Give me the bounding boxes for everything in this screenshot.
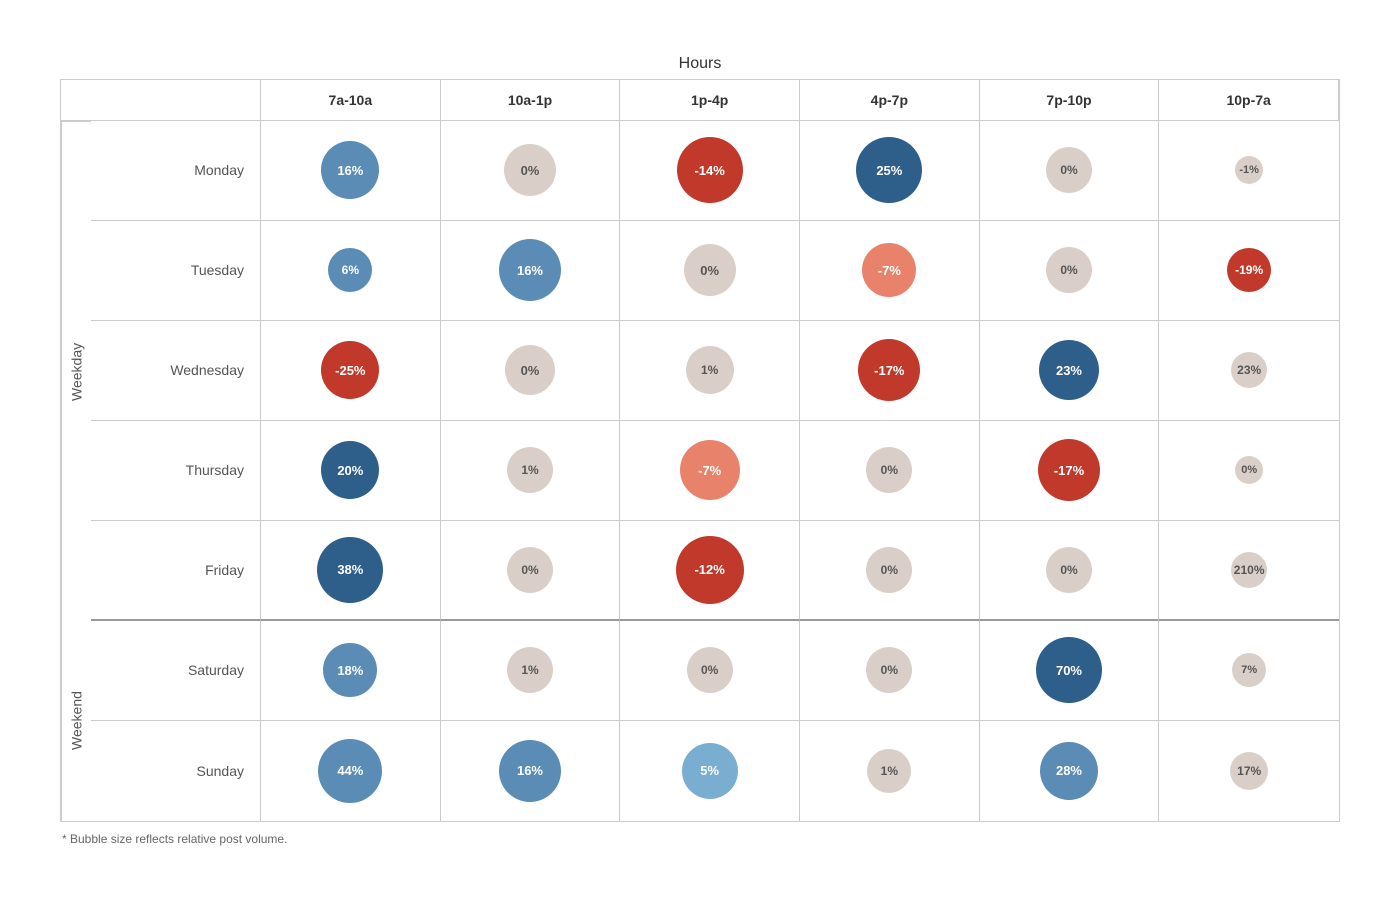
col-header-3: 4p-7p (800, 80, 980, 121)
data-cell-sunday-5: 17% (1159, 721, 1339, 821)
data-cell-friday-2: -12% (620, 521, 800, 621)
data-cell-sunday-2: 5% (620, 721, 800, 821)
data-cell-thursday-2: -7% (620, 421, 800, 521)
data-cell-monday-4: 0% (980, 121, 1160, 221)
day-label-wednesday: Wednesday (91, 321, 261, 421)
data-cell-wednesday-0: -25% (261, 321, 441, 421)
data-cell-wednesday-2: 1% (620, 321, 800, 421)
data-cell-thursday-5: 0% (1159, 421, 1339, 521)
data-cell-saturday-5: 7% (1159, 621, 1339, 721)
data-cell-thursday-3: 0% (800, 421, 980, 521)
data-cell-wednesday-5: 23% (1159, 321, 1339, 421)
col-header-1: 10a-1p (441, 80, 621, 121)
data-cell-tuesday-1: 16% (441, 221, 621, 321)
data-cell-friday-1: 0% (441, 521, 621, 621)
data-cell-friday-0: 38% (261, 521, 441, 621)
data-cell-sunday-0: 44% (261, 721, 441, 821)
data-cell-monday-1: 0% (441, 121, 621, 221)
data-cell-saturday-2: 0% (620, 621, 800, 721)
data-cell-wednesday-3: -17% (800, 321, 980, 421)
data-cell-sunday-1: 16% (441, 721, 621, 821)
day-label-thursday: Thursday (91, 421, 261, 521)
weekday-group-label: Weekday (61, 121, 91, 621)
col-header-4: 7p-10p (980, 80, 1160, 121)
data-cell-friday-4: 0% (980, 521, 1160, 621)
data-cell-tuesday-3: -7% (800, 221, 980, 321)
grid-container: 7a-10a10a-1p1p-4p4p-7p7p-10p10p-7a Weekda… (60, 79, 1340, 822)
chart-wrapper: Hours 7a-10a10a-1p1p-4p4p-7p7p-10p10p-7a… (30, 35, 1370, 866)
data-cell-monday-0: 16% (261, 121, 441, 221)
data-cell-wednesday-4: 23% (980, 321, 1160, 421)
chart-title: Hours (60, 55, 1340, 73)
data-cell-saturday-1: 1% (441, 621, 621, 721)
data-cell-sunday-3: 1% (800, 721, 980, 821)
data-cell-monday-2: -14% (620, 121, 800, 221)
day-label-saturday: Saturday (91, 621, 261, 721)
data-cell-friday-3: 0% (800, 521, 980, 621)
footnote: * Bubble size reflects relative post vol… (60, 832, 1340, 846)
col-header-5: 10p-7a (1159, 80, 1339, 121)
data-cell-thursday-1: 1% (441, 421, 621, 521)
day-label-tuesday: Tuesday (91, 221, 261, 321)
data-cell-friday-5: 210% (1159, 521, 1339, 621)
header-spacer (61, 80, 261, 121)
data-cell-thursday-4: -17% (980, 421, 1160, 521)
col-header-2: 1p-4p (620, 80, 800, 121)
data-cell-saturday-3: 0% (800, 621, 980, 721)
day-label-friday: Friday (91, 521, 261, 621)
data-cell-tuesday-5: -19% (1159, 221, 1339, 321)
col-header-0: 7a-10a (261, 80, 441, 121)
weekend-group-label: Weekend (61, 621, 91, 821)
data-cell-saturday-4: 70% (980, 621, 1160, 721)
data-cell-tuesday-0: 6% (261, 221, 441, 321)
data-cell-wednesday-1: 0% (441, 321, 621, 421)
data-cell-monday-3: 25% (800, 121, 980, 221)
data-cell-monday-5: -1% (1159, 121, 1339, 221)
data-cell-saturday-0: 18% (261, 621, 441, 721)
data-cell-thursday-0: 20% (261, 421, 441, 521)
data-cell-tuesday-2: 0% (620, 221, 800, 321)
data-cell-tuesday-4: 0% (980, 221, 1160, 321)
data-cell-sunday-4: 28% (980, 721, 1160, 821)
day-label-sunday: Sunday (91, 721, 261, 821)
day-label-monday: Monday (91, 121, 261, 221)
